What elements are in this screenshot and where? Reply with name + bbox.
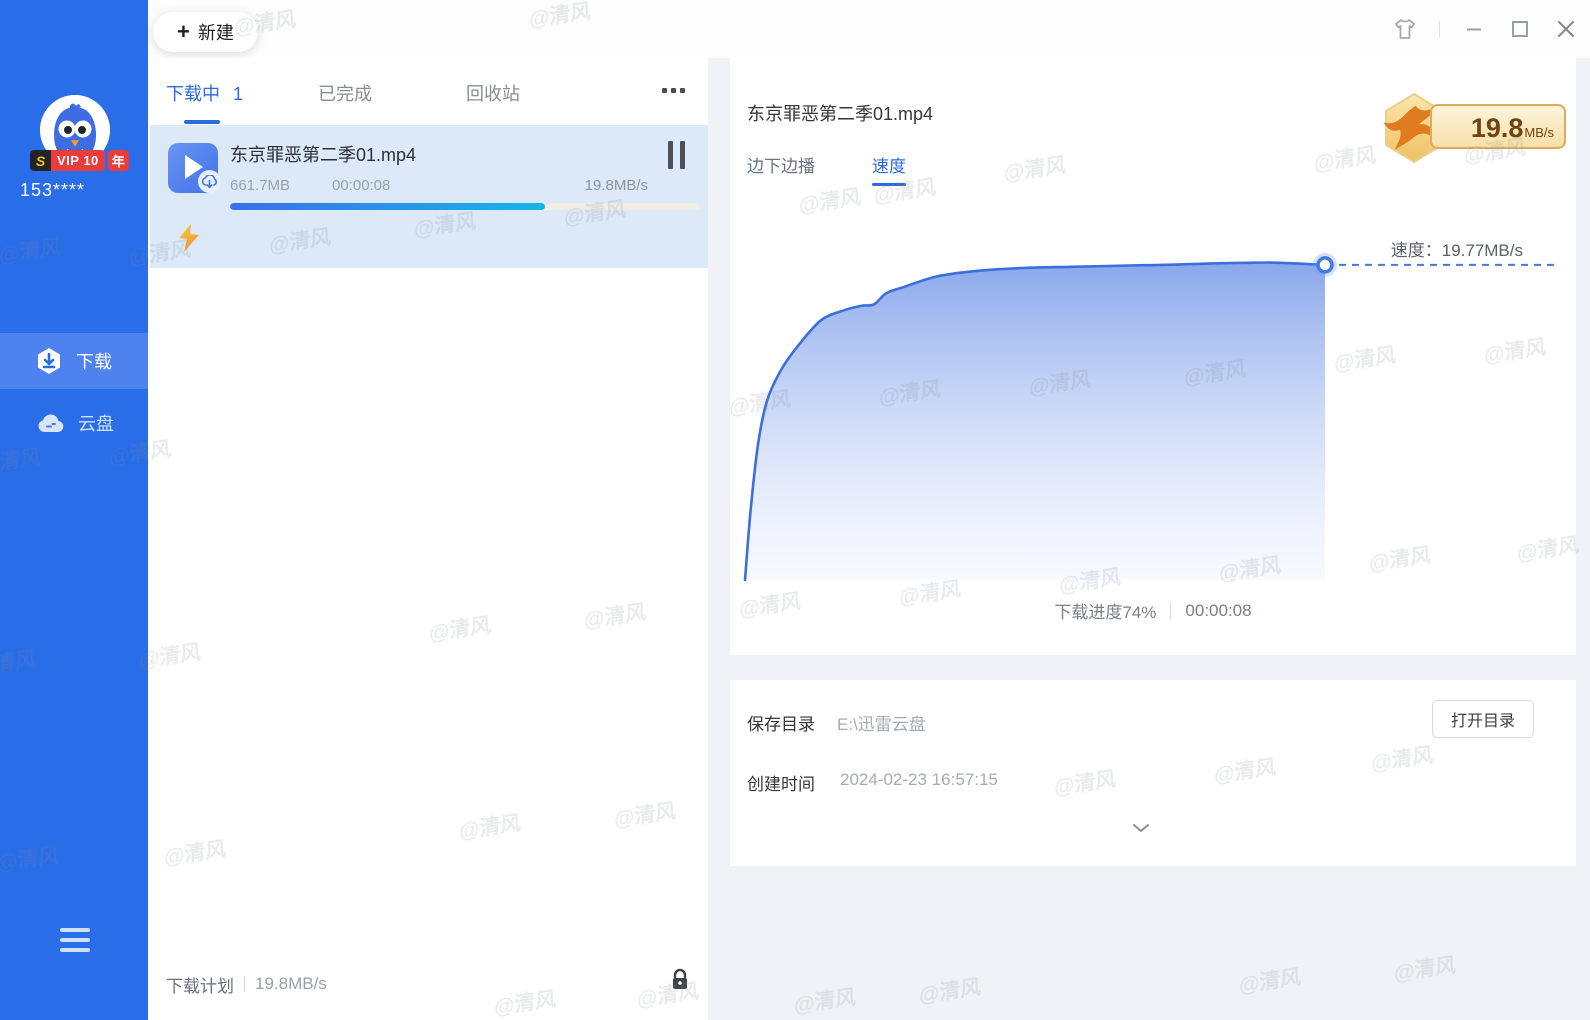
- plus-icon: +: [177, 21, 190, 43]
- new-task-button[interactable]: + 新建: [153, 12, 258, 52]
- title-bar: + 新建: [148, 0, 1590, 58]
- active-tab-underline: [184, 120, 220, 124]
- tab-completed[interactable]: 已完成: [318, 80, 372, 106]
- sidebar-item-label: 下载: [76, 348, 112, 374]
- vip-label: VIP 10: [51, 150, 105, 171]
- progress-fill: [230, 203, 545, 210]
- tab-label: 边下边播: [747, 157, 815, 176]
- active-detail-tab-underline: [872, 183, 906, 186]
- chevron-down-icon[interactable]: [1132, 820, 1150, 838]
- file-size: 661.7MB: [230, 177, 290, 194]
- close-icon[interactable]: [1554, 17, 1578, 41]
- download-hexagon-icon: [36, 347, 62, 375]
- footer-divider: [1170, 603, 1171, 619]
- tab-speed[interactable]: 速度: [872, 152, 906, 177]
- progress-percent-label: 下载进度74%: [1054, 598, 1156, 623]
- plan-speed: 19.8MB/s: [255, 974, 327, 994]
- download-speed: 19.8MB/s: [585, 177, 648, 194]
- download-plan-bar[interactable]: 下载计划 19.8MB/s: [166, 966, 690, 1002]
- theme-skin-icon[interactable]: [1393, 17, 1417, 41]
- tab-label: 下载中: [166, 84, 220, 104]
- cloud-download-icon: [198, 170, 221, 193]
- sidebar-item-cloud-drive[interactable]: 云盘: [0, 395, 148, 451]
- sidebar-item-download[interactable]: 下载: [0, 333, 148, 389]
- tab-downloading[interactable]: 下载中 1: [166, 80, 243, 106]
- progress-bar: [230, 203, 700, 210]
- tab-count-badge: 1: [233, 84, 243, 104]
- file-info-card: 保存目录 E:\迅雷云盘 打开目录 创建时间 2024-02-23 16:57:…: [730, 680, 1576, 866]
- controls-divider: [1439, 21, 1440, 37]
- detail-file-name: 东京罪恶第二季01.mp4: [747, 100, 933, 126]
- play-icon[interactable]: [168, 143, 218, 193]
- speed-badge-unit: MB/s: [1524, 125, 1554, 140]
- cloud-drive-icon: [36, 412, 64, 434]
- vip-s-icon: S: [30, 150, 51, 171]
- pause-button[interactable]: [668, 141, 692, 169]
- download-plan-label: 下载计划: [166, 972, 234, 997]
- sidebar-item-label: 云盘: [78, 410, 114, 436]
- window-controls: [1393, 0, 1578, 58]
- vip-badge[interactable]: S VIP 10 年: [30, 150, 129, 171]
- chart-footer: 下载进度74% 00:00:08: [730, 598, 1576, 623]
- speed-badge: 19.8 MB/s: [1430, 104, 1566, 149]
- tab-label: 回收站: [466, 84, 520, 104]
- elapsed-time: 00:00:08: [1185, 601, 1251, 621]
- list-tabs: 下载中 1 已完成 回收站: [148, 58, 708, 124]
- elapsed-time: 00:00:08: [332, 177, 390, 194]
- hamburger-menu-icon[interactable]: [60, 928, 90, 952]
- vip-year-label: 年: [108, 150, 129, 171]
- save-dir-label: 保存目录: [747, 710, 815, 735]
- tab-recycle-bin[interactable]: 回收站: [466, 80, 520, 106]
- lightning-boost-icon[interactable]: [176, 223, 202, 258]
- detail-panel: 东京罪恶第二季01.mp4 19.8 MB/s 边下边播 速度: [708, 58, 1590, 1020]
- maximize-icon[interactable]: [1508, 17, 1532, 41]
- created-time-value: 2024-02-23 16:57:15: [840, 770, 998, 790]
- username: 153****: [0, 180, 148, 201]
- lock-icon[interactable]: [670, 968, 690, 997]
- created-time-label: 创建时间: [747, 770, 815, 795]
- tab-label: 已完成: [318, 84, 372, 104]
- sidebar: S VIP 10 年 153**** 下载 云盘: [0, 0, 148, 1020]
- speed-badge-value: 19.8: [1471, 113, 1524, 144]
- speed-detail-card: 东京罪恶第二季01.mp4 19.8 MB/s 边下边播 速度: [730, 58, 1576, 655]
- footer-divider: [244, 976, 245, 992]
- tab-label: 速度: [872, 157, 906, 176]
- download-list-panel: 下载中 1 已完成 回收站 东京罪恶第二季01.mp4 661.7MB 00:0…: [148, 58, 708, 1020]
- new-task-label: 新建: [198, 19, 234, 45]
- file-meta: 661.7MB 00:00:08 19.8MB/s: [230, 177, 700, 194]
- speed-annotation: 速度：19.77MB/s: [1391, 236, 1523, 261]
- download-task-row[interactable]: 东京罪恶第二季01.mp4 661.7MB 00:00:08 19.8MB/s: [150, 125, 708, 268]
- open-directory-button[interactable]: 打开目录: [1432, 700, 1534, 738]
- minimize-icon[interactable]: [1462, 17, 1486, 41]
- tab-play-while-downloading[interactable]: 边下边播: [747, 152, 815, 177]
- save-dir-value: E:\迅雷云盘: [837, 710, 926, 735]
- file-name: 东京罪恶第二季01.mp4: [230, 141, 416, 167]
- more-horizontal-icon[interactable]: [662, 88, 685, 93]
